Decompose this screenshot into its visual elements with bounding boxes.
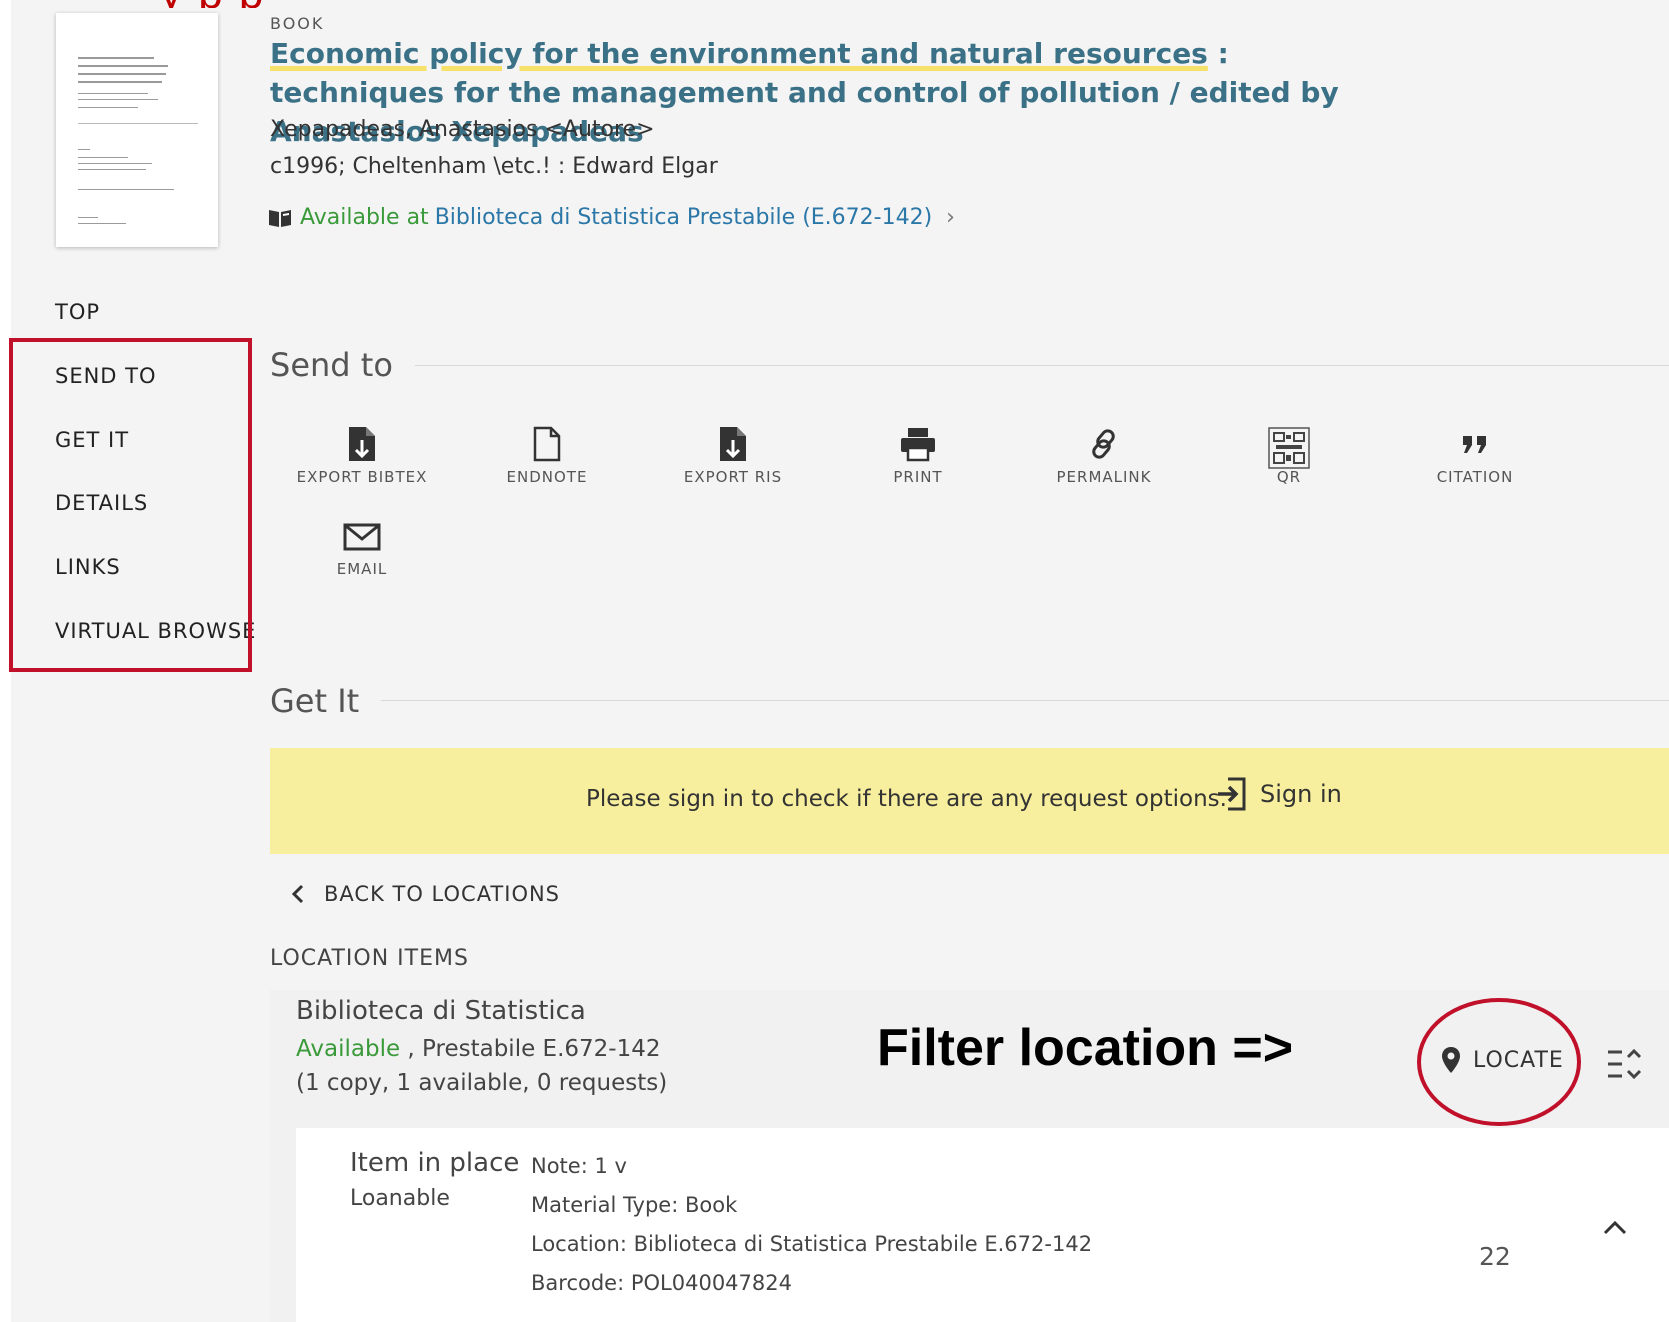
chevron-left-icon bbox=[291, 884, 304, 904]
permalink-label: PERMALINK bbox=[1056, 468, 1152, 486]
signin-message: Please sign in to check if there are any… bbox=[586, 786, 1227, 812]
envelope-icon bbox=[343, 523, 381, 551]
signin-button[interactable]: Sign in bbox=[1216, 776, 1342, 812]
email-button[interactable]: EMAIL bbox=[287, 520, 437, 578]
page: y p p BOOK Economic policy for the envir… bbox=[0, 0, 1669, 1322]
sort-options-icon[interactable] bbox=[1606, 1046, 1646, 1082]
back-to-locations-button[interactable]: BACK TO LOCATIONS bbox=[290, 882, 560, 906]
file-export-icon bbox=[720, 427, 746, 461]
nav-item-top[interactable]: TOP bbox=[55, 300, 100, 324]
record-title-highlighted[interactable]: Economic policy for the environment and … bbox=[270, 37, 1208, 70]
signin-button-label: Sign in bbox=[1260, 780, 1342, 808]
sign-in-icon bbox=[1218, 777, 1246, 811]
qr-button[interactable]: QR bbox=[1214, 426, 1364, 486]
quote-icon bbox=[1463, 436, 1486, 453]
email-label: EMAIL bbox=[336, 560, 388, 578]
export-bibtex-label: EXPORT BIBTEX bbox=[296, 468, 428, 486]
endnote-button[interactable]: ENDNOTE bbox=[472, 426, 622, 486]
send-to-divider bbox=[415, 365, 1669, 366]
citation-label: CITATION bbox=[1436, 468, 1514, 486]
annotation-banner-text: y p p bbox=[160, 0, 1060, 8]
item-policy: Loanable bbox=[350, 1186, 450, 1211]
item-status: Item in place bbox=[350, 1148, 520, 1178]
availability-line[interactable]: Available at Biblioteca di Statistica Pr… bbox=[268, 205, 955, 230]
location-status-line: Available , Prestabile E.672-142 bbox=[296, 1036, 661, 1062]
back-to-locations-label: BACK TO LOCATIONS bbox=[324, 882, 561, 906]
record-publication: c1996; Cheltenham \etc.! : Edward Elgar bbox=[270, 154, 718, 179]
location-status: Available bbox=[296, 1036, 401, 1062]
chevron-right-icon[interactable]: › bbox=[946, 205, 955, 230]
permalink-button[interactable]: PERMALINK bbox=[1029, 426, 1179, 486]
book-cover-thumbnail[interactable] bbox=[56, 13, 218, 247]
location-items-heading: LOCATION ITEMS bbox=[270, 946, 469, 971]
availability-label: Available at bbox=[300, 205, 429, 230]
export-ris-button[interactable]: EXPORT RIS bbox=[658, 426, 808, 486]
printer-icon bbox=[901, 428, 935, 462]
chevron-up-icon[interactable] bbox=[1602, 1218, 1628, 1236]
send-to-title: Send to bbox=[270, 346, 393, 384]
location-shelf: , Prestabile E.672-142 bbox=[400, 1036, 661, 1062]
item-location: Location: Biblioteca di Statistica Prest… bbox=[531, 1232, 1093, 1256]
book-open-icon bbox=[269, 209, 291, 227]
availability-location-link[interactable]: Biblioteca di Statistica Prestabile (E.6… bbox=[435, 205, 932, 230]
signin-banner: Please sign in to check if there are any… bbox=[270, 748, 1669, 854]
record-type: BOOK bbox=[270, 14, 325, 33]
qr-label: QR bbox=[1276, 468, 1302, 486]
print-button[interactable]: PRINT bbox=[843, 426, 993, 486]
qr-code-icon bbox=[1268, 427, 1310, 469]
get-it-title: Get It bbox=[270, 682, 360, 720]
item-material-type: Material Type: Book bbox=[531, 1193, 738, 1217]
print-label: PRINT bbox=[893, 468, 943, 486]
item-count: 22 bbox=[1479, 1242, 1511, 1271]
link-icon bbox=[1092, 429, 1115, 459]
item-barcode: Barcode: POL040047824 bbox=[531, 1271, 792, 1295]
export-bibtex-button[interactable]: EXPORT BIBTEX bbox=[287, 426, 437, 486]
annotation-highlight-circle bbox=[1417, 998, 1581, 1126]
file-export-icon bbox=[349, 427, 375, 461]
location-counts: (1 copy, 1 available, 0 requests) bbox=[296, 1070, 668, 1096]
citation-button[interactable]: CITATION bbox=[1400, 426, 1550, 486]
record-author: Xepapadeas, Anastasios <Autore> bbox=[270, 117, 655, 142]
annotation-highlight-box bbox=[9, 338, 252, 672]
get-it-divider bbox=[381, 700, 1669, 701]
filter-location-annotation: Filter location => bbox=[877, 1019, 1294, 1077]
file-icon bbox=[533, 426, 561, 462]
annotation-banner: y p p bbox=[160, 0, 1060, 8]
export-ris-label: EXPORT RIS bbox=[683, 468, 783, 486]
endnote-label: ENDNOTE bbox=[506, 468, 588, 486]
item-note: Note: 1 v bbox=[531, 1154, 627, 1178]
location-name: Biblioteca di Statistica bbox=[296, 996, 586, 1026]
